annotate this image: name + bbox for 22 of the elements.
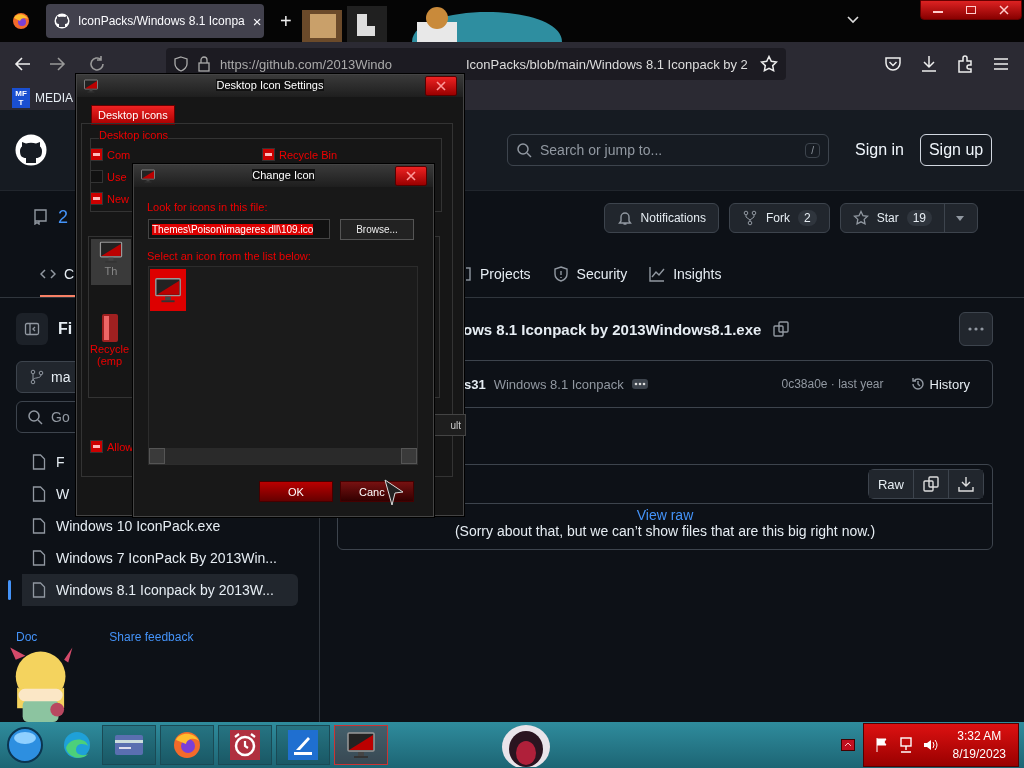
checkbox-label: Com: [107, 148, 131, 161]
shortcut-key: /: [805, 142, 820, 158]
checkbox-label: New: [107, 192, 129, 205]
checkbox-label: Allow: [107, 440, 134, 453]
tab-title: IconPacks/Windows 8.1 Iconpa: [78, 14, 245, 28]
checkbox-label: Recycle Bin: [279, 148, 338, 161]
dialog-title: Change Icon: [252, 169, 315, 181]
icon-label: Th: [104, 265, 118, 277]
count: 2: [797, 210, 817, 226]
checkbox-label: Use: [107, 170, 127, 183]
list-label: Select an icon from the list below:: [147, 250, 311, 262]
icon-label: Recycle: [90, 343, 130, 355]
commit-meta: 0c38a0e · last year: [781, 377, 884, 391]
sidebar-title: Fi: [58, 320, 73, 338]
count: 19: [906, 210, 932, 226]
group-label: Desktop icons: [99, 129, 169, 141]
url-text: IconPacks/blob/main/Windows 8.1 Iconpack by 2: [466, 56, 749, 72]
dialog-title: Desktop Icon Settings: [216, 79, 324, 91]
icon-label: (emp: [97, 355, 123, 367]
size-notice: (Sorry about that, but we can’t show files that are this big right now.): [454, 523, 876, 539]
field-label: Look for icons in this file:: [147, 201, 268, 213]
url-text: https://github.com/2013Windo: [220, 56, 393, 72]
